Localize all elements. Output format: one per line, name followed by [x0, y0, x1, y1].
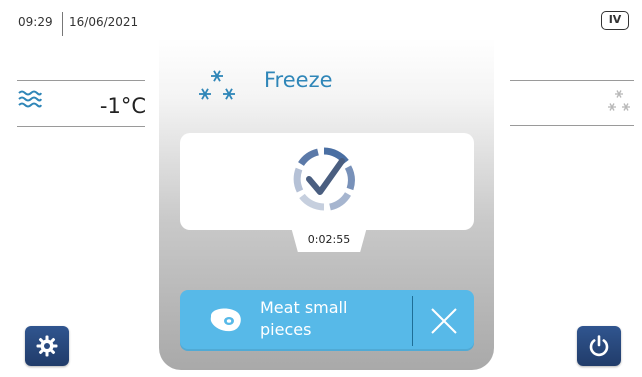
- meat-steak-icon: [210, 308, 241, 332]
- settings-button[interactable]: [25, 326, 69, 366]
- program-name-line1: Meat small: [260, 298, 348, 317]
- clock-date: 16/06/2021: [69, 15, 139, 29]
- cancel-program-button[interactable]: [414, 290, 474, 351]
- right-divider-bottom: [510, 125, 634, 126]
- gear-icon: [36, 335, 58, 357]
- clock-time: 09:29: [18, 15, 53, 29]
- chamber-temperature: -1°C: [99, 94, 146, 118]
- close-x-icon: [431, 308, 457, 334]
- elapsed-time: 0:02:55: [307, 233, 351, 246]
- status-divider: [62, 12, 63, 36]
- left-divider-top: [17, 80, 145, 81]
- left-divider-bottom: [17, 126, 145, 127]
- level-badge[interactable]: IV: [601, 11, 629, 30]
- right-divider-top: [510, 80, 634, 81]
- program-name-line2: pieces: [260, 320, 312, 339]
- cycle-title: Freeze: [264, 68, 333, 92]
- snowflakes-icon: [199, 70, 235, 100]
- program-divider: [412, 296, 413, 346]
- snowflakes-gray-icon: [608, 90, 630, 111]
- power-icon: [589, 335, 609, 357]
- check-cycle-icon: [293, 147, 355, 211]
- program-name: Meat small pieces: [260, 297, 400, 341]
- air-flow-waves-icon: [18, 90, 42, 108]
- power-button[interactable]: [577, 326, 621, 366]
